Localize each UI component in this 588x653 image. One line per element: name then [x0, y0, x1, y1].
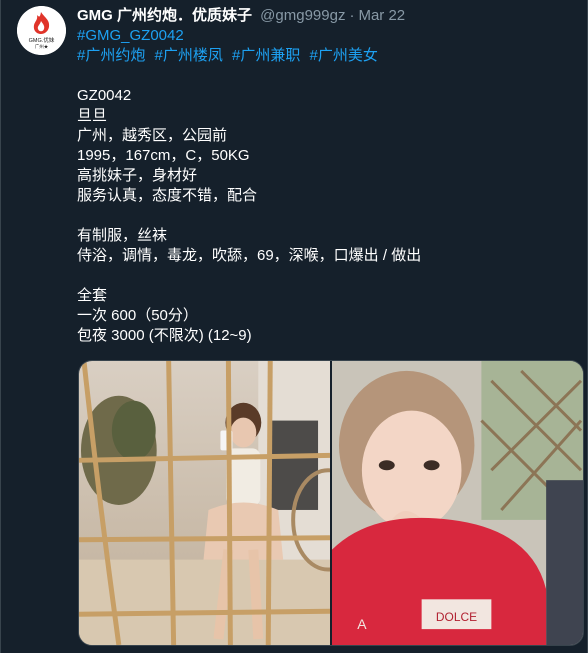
- author-handle[interactable]: @gmg999gz: [260, 7, 345, 24]
- avatar[interactable]: GMG.优妹 广州★: [17, 6, 66, 55]
- tweet-body: GMG 广州约炮．优质妹子 @gmg999gz · Mar 22 #GMG_GZ00…: [77, 6, 577, 346]
- tweet-text-line: 服务认真，态度不错，配合: [77, 187, 258, 204]
- tweet-card[interactable]: GMG.优妹 广州★ GMG 广州约炮．优质妹子 @gmg999gz · Mar 2…: [0, 0, 588, 653]
- tweet-text-line: 高挑妹子，身材好: [77, 167, 198, 184]
- media-photo-right[interactable]: DOLCE A: [332, 361, 583, 645]
- hashtag-link[interactable]: #广州兼职: [232, 47, 300, 64]
- tweet-text-line: GZ0042: [77, 87, 132, 104]
- avatar-text: GMG.优妹: [29, 36, 55, 44]
- avatar-logo-icon: GMG.优妹 广州★: [17, 6, 66, 55]
- tweet-text-line: 侍浴，调情，毒龙，吹舔，69，深喉，口爆出 / 做出: [77, 247, 422, 264]
- separator-dot: ·: [349, 7, 355, 24]
- tweet-text-line: 包夜 3000 (不限次) (12~9): [77, 327, 252, 344]
- tweet-text-line: 1995，167cm，C，50KG: [77, 147, 250, 164]
- tweet-text-line: 广州，越秀区，公园前: [77, 127, 228, 144]
- tag-line: #GMG_GZ0042: [77, 26, 577, 46]
- tweet-text-line: 有制服，丝袜: [77, 227, 168, 244]
- hashtag-link[interactable]: #广州楼凤: [155, 47, 223, 64]
- media-grid: DOLCE A: [78, 360, 584, 646]
- avatar-subtext: 广州★: [35, 43, 49, 50]
- photo-image: [79, 361, 330, 645]
- author-display-name[interactable]: GMG 广州约炮．优质妹子: [77, 7, 252, 24]
- tweet-text-line: 旦旦: [77, 107, 108, 124]
- shirt-text: DOLCE: [436, 610, 477, 624]
- hashtag-link[interactable]: #GMG_GZ0042: [77, 27, 184, 44]
- tweet-date[interactable]: Mar 22: [358, 7, 405, 24]
- shirt-text-2: A: [357, 616, 367, 632]
- tweet-header: GMG 广州约炮．优质妹子 @gmg999gz · Mar 22: [77, 6, 577, 26]
- hashtag-link[interactable]: #广州约炮: [77, 47, 145, 64]
- tweet-text-line: 全套: [77, 287, 108, 304]
- tweet-text-line: 一次 600（50分）: [77, 307, 198, 324]
- media-photo-left[interactable]: [79, 361, 330, 645]
- hashtag-link[interactable]: #广州美女: [310, 47, 378, 64]
- photo-image: DOLCE A: [332, 361, 583, 645]
- hashtag-row: #广州约炮 #广州楼凤 #广州兼职 #广州美女: [77, 46, 577, 66]
